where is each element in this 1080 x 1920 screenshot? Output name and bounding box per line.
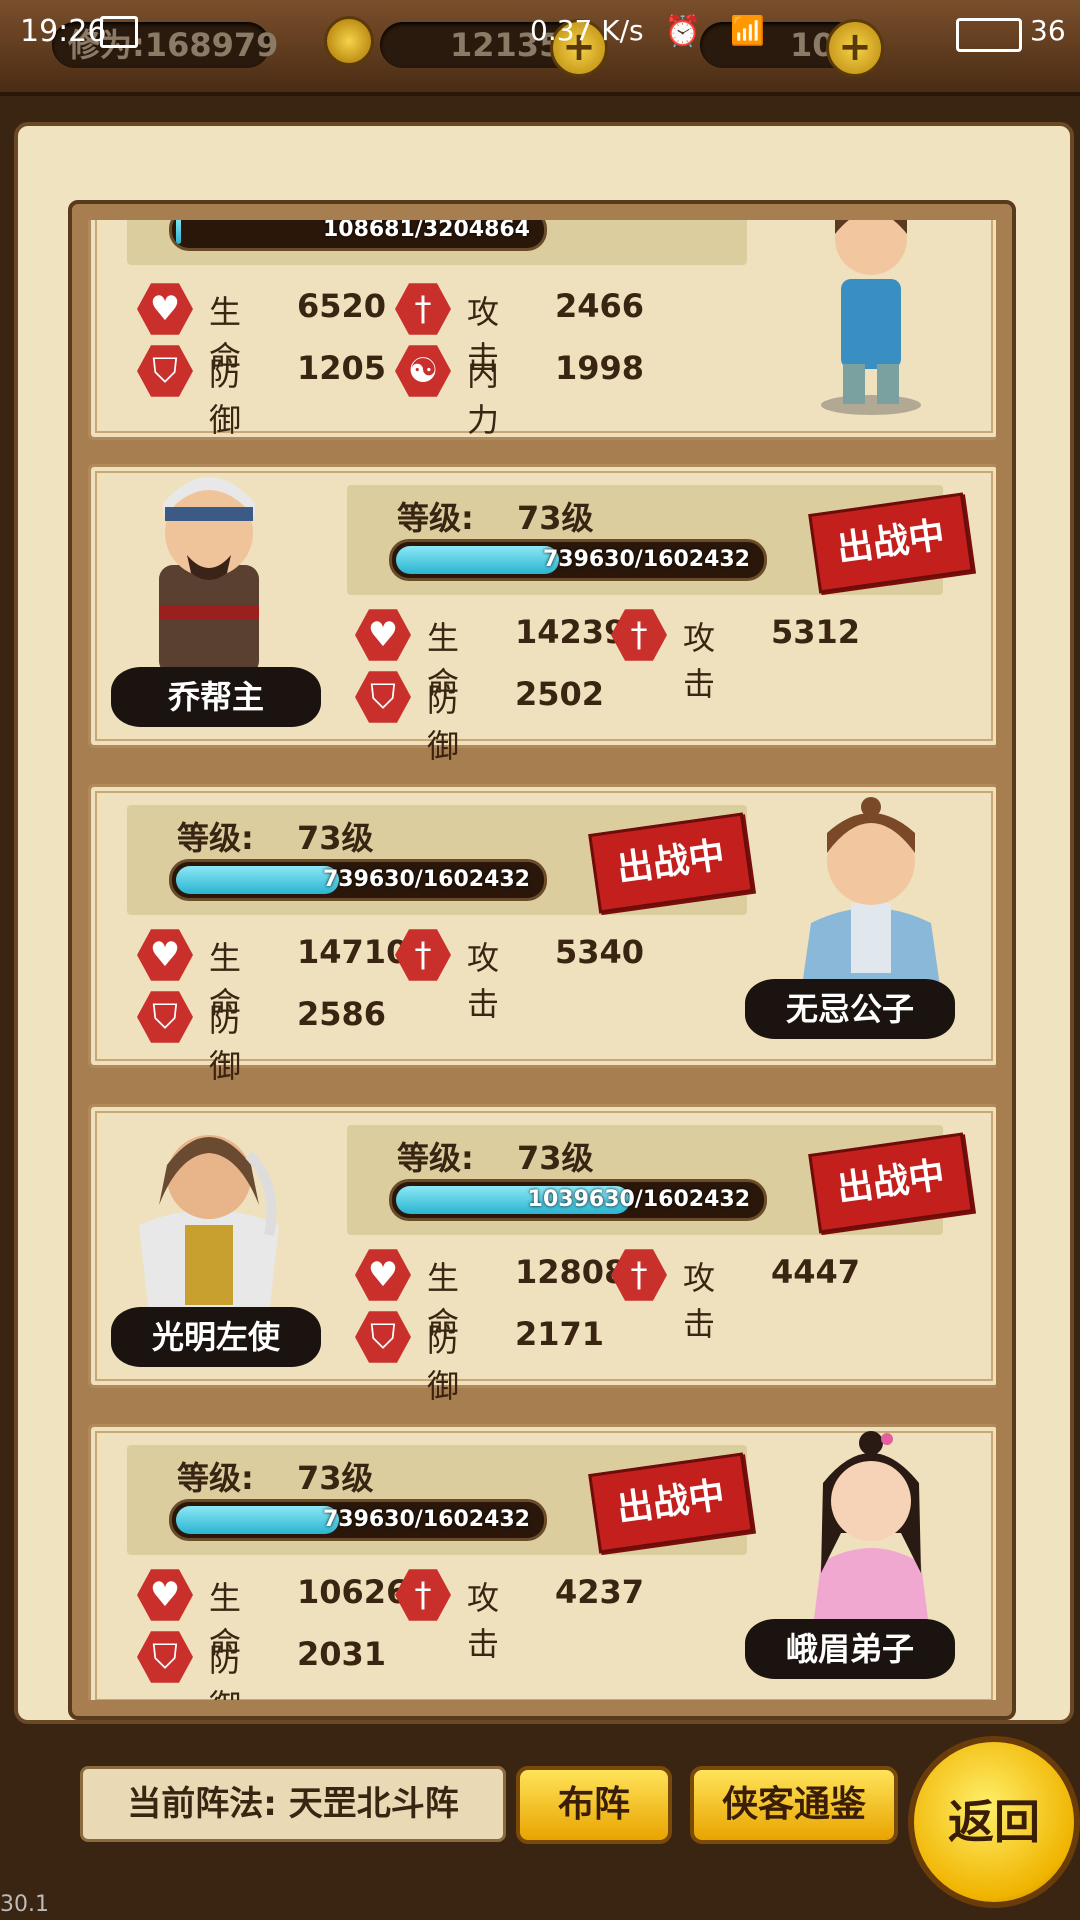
shield-icon: ⛉ [355, 671, 411, 723]
stat-value: 1998 [555, 349, 645, 387]
exp-bar: 1039630/1602432 [389, 1179, 767, 1221]
hero-card[interactable]: 乔帮主 等级: 73级 739630/1602432 出战中 ♥ 生命 1423… [88, 464, 996, 765]
level-label: 等级: [397, 499, 474, 537]
hero-card[interactable]: 等级: 73级 739630/1602432 出战中 ♥ 生命 14710 † … [88, 784, 996, 1085]
stat-label: 攻击 [467, 939, 500, 1023]
level-value: 73级 [517, 1139, 594, 1177]
level-label: 等级: [177, 819, 254, 857]
hero-compendium-button[interactable]: 侠客通鉴 [690, 1766, 898, 1844]
heart-icon: ♥ [355, 609, 411, 661]
stat-value: 5312 [771, 613, 861, 651]
exp-bar: 739630/1602432 [389, 539, 767, 581]
level-label: 等级: [397, 1139, 474, 1177]
stat-value: 2031 [297, 1635, 387, 1673]
stat-value: 2171 [515, 1315, 605, 1353]
stat-label: 防御 [427, 681, 460, 765]
stat-value: 5340 [555, 933, 645, 971]
stat-label: 防御 [209, 1001, 242, 1085]
shield-icon: ⛉ [137, 1631, 193, 1683]
hero-name: 峨眉弟子 [745, 1619, 955, 1679]
hero-card[interactable]: 光明左使 等级: 73级 1039630/1602432 出战中 ♥ 生命 12… [88, 1104, 996, 1405]
stat-value: 2586 [297, 995, 387, 1033]
yin-yang-icon: ☯ [395, 345, 451, 397]
back-button[interactable]: 返回 [908, 1736, 1080, 1908]
exp-text: 739630/1602432 [322, 867, 530, 892]
stat-value: 6520 [297, 287, 387, 325]
stat-label: 攻击 [683, 619, 716, 703]
coin-icon [324, 16, 374, 66]
stat-value: 4447 [771, 1253, 861, 1291]
version-label: 30.1 [0, 1892, 49, 1917]
level-panel: 108681/3204864 [127, 220, 747, 265]
wifi-icon: 📶 [730, 14, 765, 47]
alarm-icon: ⏰ [664, 14, 702, 49]
stat-value: 4237 [555, 1573, 645, 1611]
exp-bar: 739630/1602432 [169, 859, 547, 901]
exp-bar: 108681/3204864 [169, 220, 547, 251]
level-value: 73级 [297, 819, 374, 857]
exp-text: 739630/1602432 [542, 547, 750, 572]
stat-label: 内力 [467, 355, 500, 439]
level-value: 73级 [517, 499, 594, 537]
gallery-icon [100, 16, 138, 48]
hero-portrait [801, 797, 941, 993]
heart-icon: ♥ [137, 1569, 193, 1621]
level-label: 等级: [177, 1459, 254, 1497]
stat-value: 2466 [555, 287, 645, 325]
hero-card[interactable]: 等级: 73级 739630/1602432 出战中 ♥ 生命 10626 † … [88, 1424, 996, 1700]
status-time: 19:26 [20, 14, 107, 49]
status-network-speed: 0.37 K/s [530, 14, 644, 47]
current-formation-box: 当前阵法: 天罡北斗阵 [80, 1766, 506, 1842]
exp-bar: 739630/1602432 [169, 1499, 547, 1541]
heart-icon: ♥ [137, 929, 193, 981]
hero-name: 无忌公子 [745, 979, 955, 1039]
stat-label: 攻击 [683, 1259, 716, 1343]
stat-value: 14239 [515, 613, 627, 651]
stat-label: 攻击 [467, 1579, 500, 1663]
hero-card-partial[interactable]: 108681/3204864 ♥ 生命 6520 † 攻击 2466 ⛉ 防御 … [88, 220, 996, 440]
current-formation-label: 当前阵法: 天罡北斗阵 [127, 1784, 459, 1824]
exp-bar-fill [396, 546, 560, 574]
heart-icon: ♥ [137, 283, 193, 335]
hero-name: 光明左使 [111, 1307, 321, 1367]
stat-value: 1205 [297, 349, 387, 387]
deploy-formation-button[interactable]: 布阵 [516, 1766, 672, 1844]
heart-icon: ♥ [355, 1249, 411, 1301]
battery-icon [956, 18, 1022, 52]
stat-value: 10626 [297, 1573, 409, 1611]
stat-label: 防御 [209, 355, 242, 439]
hero-portrait [811, 1431, 931, 1643]
shield-icon: ⛉ [355, 1311, 411, 1363]
exp-bar-fill [176, 220, 181, 244]
level-value: 73级 [297, 1459, 374, 1497]
stat-value: 12808 [515, 1253, 627, 1291]
hero-name: 乔帮主 [111, 667, 321, 727]
stat-value: 2502 [515, 675, 605, 713]
stat-label: 防御 [209, 1641, 242, 1700]
exp-text: 108681/3204864 [322, 220, 530, 242]
hero-portrait [159, 477, 259, 675]
hero-portrait [821, 220, 921, 415]
stat-value: 14710 [297, 933, 409, 971]
exp-text: 739630/1602432 [322, 1507, 530, 1532]
hero-list-frame: 108681/3204864 ♥ 生命 6520 † 攻击 2466 ⛉ 防御 … [68, 200, 1016, 1720]
shield-icon: ⛉ [137, 991, 193, 1043]
hero-list[interactable]: 108681/3204864 ♥ 生命 6520 † 攻击 2466 ⛉ 防御 … [88, 220, 996, 1700]
shield-icon: ⛉ [137, 345, 193, 397]
add-gems-button[interactable]: + [826, 19, 884, 77]
exp-bar-fill [176, 1506, 340, 1534]
hero-portrait [139, 1135, 279, 1315]
exp-bar-fill [176, 866, 340, 894]
sword-icon: † [395, 283, 451, 335]
status-battery-level: 36 [1030, 14, 1066, 47]
stat-label: 防御 [427, 1321, 460, 1405]
exp-text: 1039630/1602432 [527, 1187, 750, 1212]
